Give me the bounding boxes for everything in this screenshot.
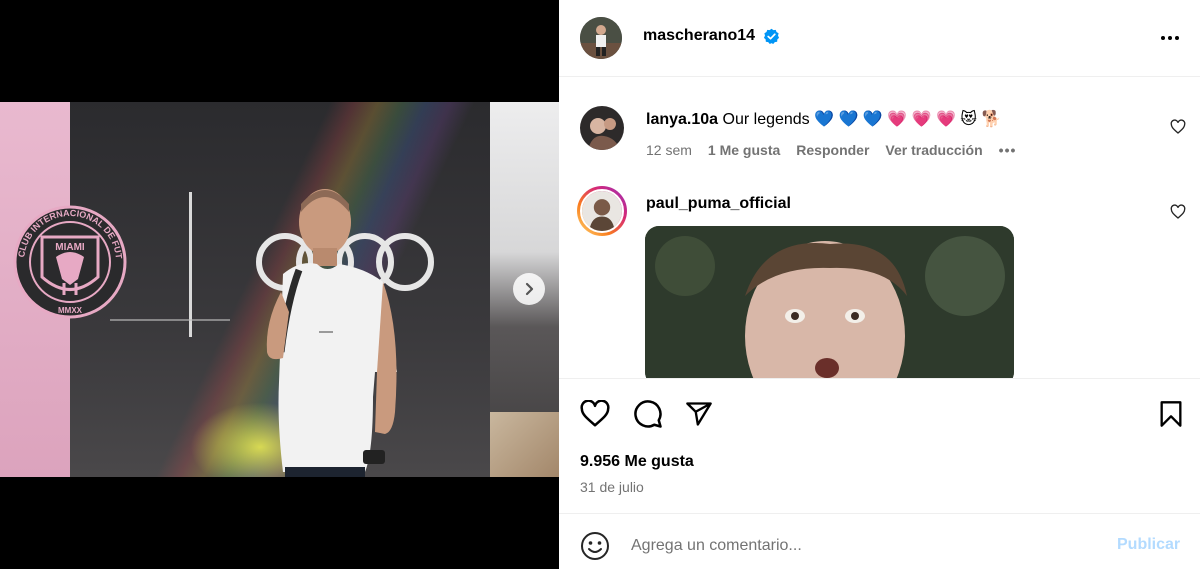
owner-avatar-image (580, 17, 622, 59)
comment-button[interactable] (632, 398, 664, 430)
verified-badge-icon (763, 28, 780, 44)
comment-gif[interactable] (645, 226, 1014, 378)
comment-username[interactable]: lanya.10a (646, 111, 718, 128)
publish-button[interactable]: Publicar (1117, 536, 1180, 554)
heart-icon (580, 400, 610, 427)
person-figure (266, 189, 397, 477)
comment-icon (634, 400, 662, 428)
heart-icon[interactable] (1170, 204, 1186, 220)
owner-avatar[interactable] (580, 17, 622, 59)
badge-center-text: MIAMI (55, 242, 85, 253)
next-slide-button[interactable] (513, 273, 545, 305)
chevron-right-icon (525, 282, 534, 296)
owner-username[interactable]: mascherano14 (643, 27, 755, 45)
likes-count[interactable]: 9.956 Me gusta (580, 453, 694, 471)
commenter-avatar-story[interactable] (577, 186, 627, 236)
comment-body: paul_puma_official (646, 195, 791, 213)
comment-text: Our legends 💙 💙 💙 💗 💗 💗 😻 🐕 (722, 111, 1002, 128)
comment-username[interactable]: paul_puma_official (646, 195, 791, 212)
post-date[interactable]: 31 de julio (580, 479, 644, 495)
gif-image (645, 226, 1014, 378)
post-header: mascherano14 (559, 0, 1200, 77)
badge-bottom-text: MMXX (58, 306, 83, 315)
comment-composer: Publicar (559, 513, 1200, 569)
commenter-avatar[interactable] (580, 106, 624, 150)
heart-icon[interactable] (1170, 119, 1186, 135)
post-actions: 9.956 Me gusta 31 de julio (559, 378, 1200, 513)
share-button[interactable] (683, 398, 715, 430)
wooden-structure (490, 412, 559, 477)
comment-likes[interactable]: 1 Me gusta (708, 142, 780, 158)
post-dialog: CLUB INTERNACIONAL DE FUTBOL MIAMI MMXX (0, 0, 1200, 569)
post-photo[interactable]: CLUB INTERNACIONAL DE FUTBOL MIAMI MMXX (0, 102, 559, 477)
comments-list: lanya.10a Our legends 💙 💙 💙 💗 💗 💗 😻 🐕 12… (559, 78, 1200, 378)
like-button[interactable] (579, 398, 611, 430)
comment-meta: 12 sem 1 Me gusta Responder Ver traducci… (646, 142, 1016, 158)
comment-body: lanya.10a Our legends 💙 💙 💙 💗 💗 💗 😻 🐕 (646, 109, 1001, 129)
comment-input[interactable] (631, 534, 1091, 558)
save-button[interactable] (1155, 398, 1187, 430)
translate-button[interactable]: Ver traducción (885, 142, 982, 158)
bookmark-icon (1160, 401, 1182, 427)
club-badge-logo: CLUB INTERNACIONAL DE FUTBOL MIAMI MMXX (12, 187, 127, 319)
post-media: CLUB INTERNACIONAL DE FUTBOL MIAMI MMXX (0, 0, 559, 569)
more-options-button[interactable] (1157, 26, 1183, 50)
commenter-avatar-image (580, 189, 624, 233)
comment-options-button[interactable]: ••• (999, 142, 1017, 158)
post-side-panel: mascherano14 lanya.10a Our legends 💙 💙 💙… (559, 0, 1200, 569)
commenter-avatar-image (580, 106, 624, 150)
share-icon (686, 402, 712, 426)
reply-button[interactable]: Responder (796, 142, 869, 158)
emoji-icon[interactable] (580, 531, 610, 561)
comment-time[interactable]: 12 sem (646, 142, 692, 158)
more-options-icon (1161, 36, 1165, 40)
wall-stripe (189, 192, 192, 337)
